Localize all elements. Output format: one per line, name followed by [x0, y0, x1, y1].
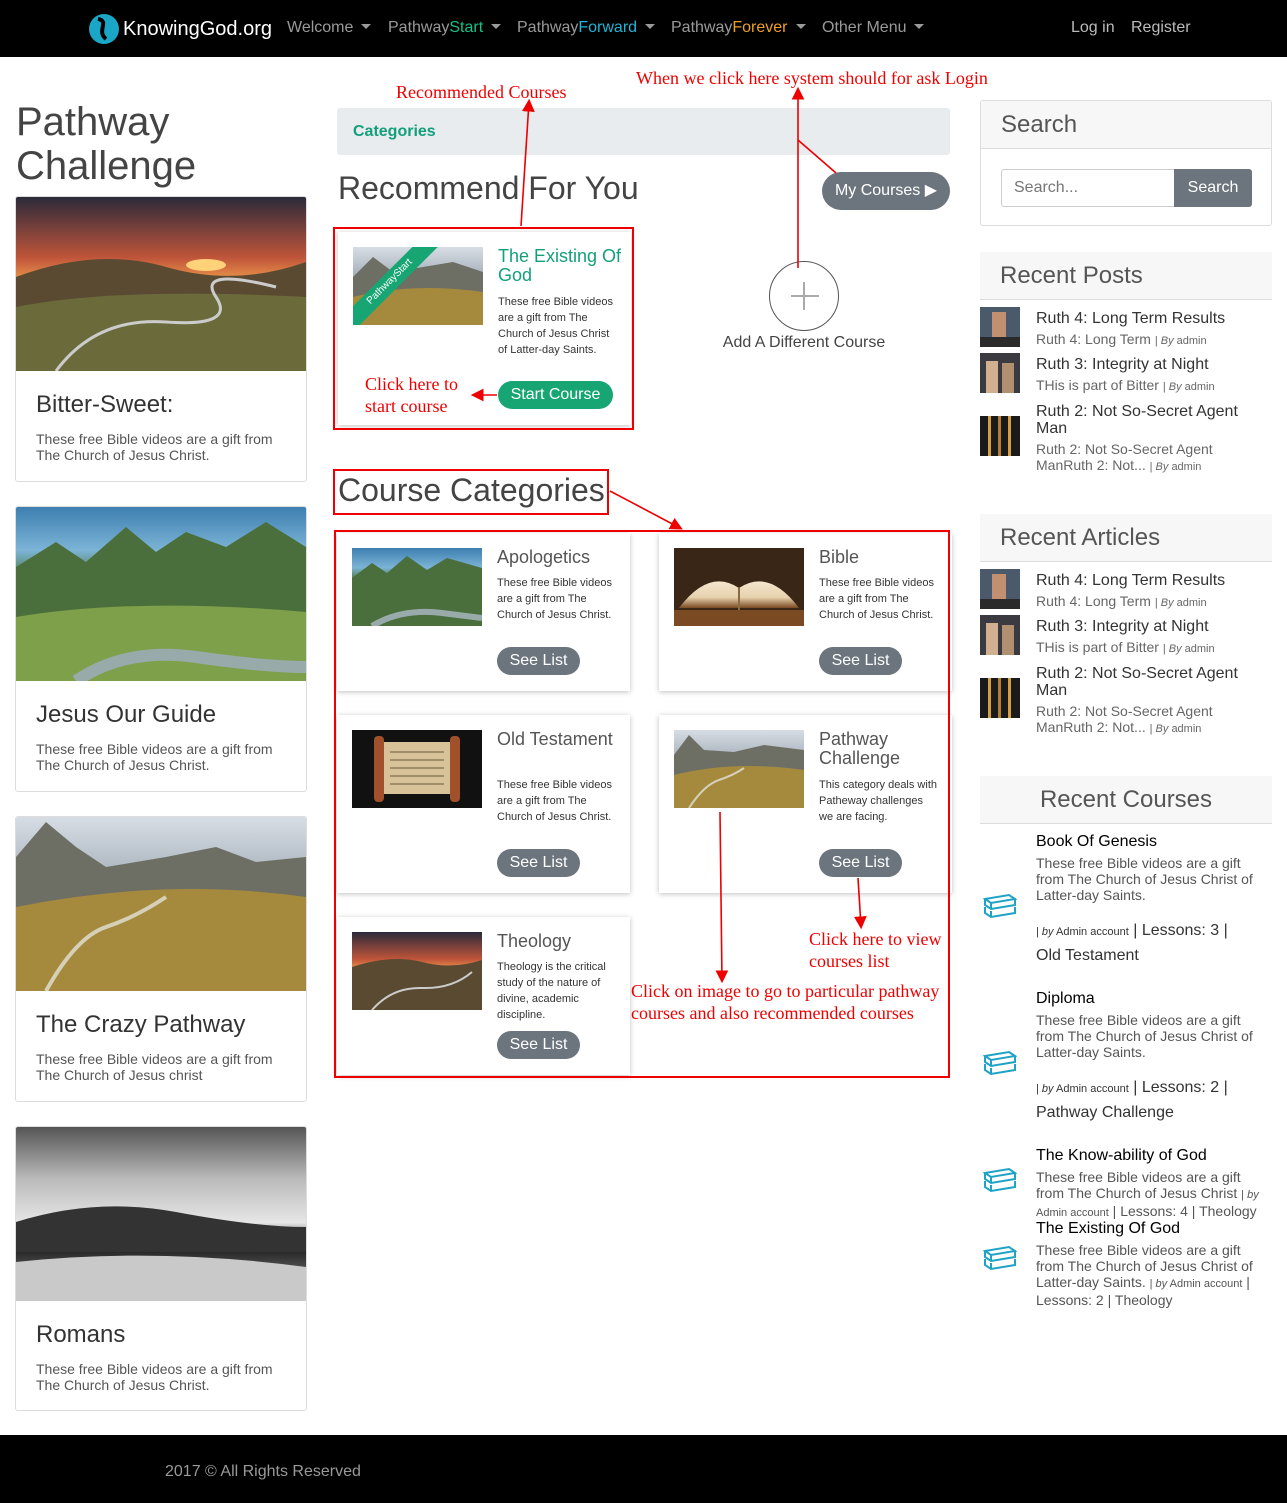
course-category[interactable]: Old Testament	[1036, 947, 1139, 964]
post-thumbnail[interactable]	[980, 353, 1020, 393]
article-title[interactable]: Ruth 4: Long Term Results	[1036, 572, 1266, 589]
post-desc: Ruth 4: Long Term	[1036, 331, 1151, 347]
course-title[interactable]: Diploma	[1036, 990, 1095, 1008]
search-button[interactable]: Search	[1174, 169, 1252, 207]
article-thumbnail[interactable]	[980, 615, 1020, 655]
article-by: By	[1160, 597, 1174, 609]
search-heading: Search	[981, 101, 1271, 149]
course-lessons: Lessons: 3	[1141, 922, 1220, 939]
books-icon	[983, 1245, 1017, 1271]
course-title[interactable]: The Know-ability of God	[1036, 1147, 1207, 1165]
course-author: Admin account	[1169, 1278, 1243, 1290]
course-by: by	[1041, 1083, 1054, 1095]
article-author: admin	[1176, 597, 1207, 609]
search-input[interactable]	[1001, 169, 1175, 207]
course-category[interactable]: Theology	[1115, 1292, 1173, 1308]
recent-courses-heading: Recent Courses	[980, 776, 1272, 824]
post-author: admin	[1171, 461, 1202, 473]
course-title[interactable]: The Existing Of God	[1036, 1220, 1180, 1238]
article-by: By	[1155, 723, 1169, 735]
course-by: by	[1247, 1189, 1259, 1201]
article-title[interactable]: Ruth 3: Integrity at Night	[1036, 618, 1266, 635]
footer: 2017 © All Rights Reserved	[0, 1435, 1287, 1503]
article-author: admin	[1184, 643, 1215, 655]
post-thumbnail[interactable]	[980, 307, 1020, 347]
article-author: admin	[1171, 723, 1202, 735]
course-lessons: Lessons: 2	[1141, 1079, 1220, 1096]
recent-articles-section: Recent Articles	[980, 514, 1272, 562]
course-author: Admin account	[1036, 1207, 1109, 1219]
recent-posts-section: Recent Posts	[980, 252, 1272, 300]
article-desc: Ruth 4: Long Term	[1036, 593, 1151, 609]
course-by: by	[1155, 1278, 1168, 1290]
search-card: Search Search	[980, 100, 1272, 226]
course-category[interactable]: Pathway Challenge	[1036, 1104, 1174, 1121]
post-by: By	[1155, 461, 1169, 473]
course-lessons: Lessons: 4	[1120, 1203, 1188, 1219]
course-desc: These free Bible videos are a gift from …	[1036, 1012, 1253, 1060]
article-title[interactable]: Ruth 2: Not So-Secret Agent Man	[1036, 665, 1266, 699]
article-desc: THis is part of Bitter	[1036, 639, 1159, 655]
course-author: Admin account	[1056, 1083, 1129, 1095]
course-lessons: Lessons: 2	[1036, 1292, 1104, 1308]
recent-articles-heading: Recent Articles	[980, 514, 1272, 562]
post-by: By	[1168, 381, 1182, 393]
copyright-text: 2017 © All Rights Reserved	[165, 1463, 361, 1480]
post-thumbnail[interactable]	[980, 416, 1020, 456]
books-icon	[983, 1050, 1017, 1076]
books-icon	[983, 893, 1017, 919]
post-author: admin	[1184, 381, 1215, 393]
recent-courses-section: Recent Courses	[980, 776, 1272, 824]
article-thumbnail[interactable]	[980, 678, 1020, 718]
article-thumbnail[interactable]	[980, 569, 1020, 609]
post-desc: THis is part of Bitter	[1036, 377, 1159, 393]
post-title[interactable]: Ruth 3: Integrity at Night	[1036, 356, 1266, 373]
post-title[interactable]: Ruth 2: Not So-Secret Agent Man	[1036, 403, 1266, 437]
course-category[interactable]: Theology	[1199, 1203, 1257, 1219]
course-by: by	[1041, 926, 1054, 938]
course-desc: These free Bible videos are a gift from …	[1036, 855, 1253, 903]
course-author: Admin account	[1056, 926, 1129, 938]
books-icon	[983, 1167, 1017, 1193]
post-author: admin	[1176, 335, 1207, 347]
course-title[interactable]: Book Of Genesis	[1036, 833, 1157, 851]
post-by: By	[1160, 335, 1174, 347]
post-title[interactable]: Ruth 4: Long Term Results	[1036, 310, 1266, 327]
article-by: By	[1168, 643, 1182, 655]
course-desc: These free Bible videos are a gift from …	[1036, 1169, 1241, 1201]
recent-posts-heading: Recent Posts	[980, 252, 1272, 300]
